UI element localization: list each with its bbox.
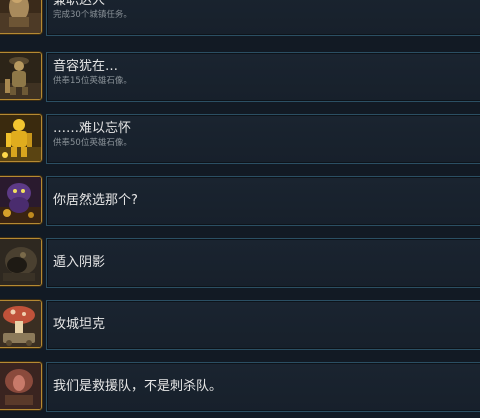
mushroom-tank-icon [0,300,42,348]
achievement-title: 我们是救援队，不是刺杀队。 [53,379,223,394]
shadow-beast-icon [0,238,42,286]
achievement-card: 攻城坦克 [46,300,480,350]
achievement-card: 你居然选那个? [46,176,480,226]
achievement-row[interactable]: 遁入阴影 [0,238,480,294]
achievement-card: 我们是救援队，不是刺杀队。 [46,362,480,412]
achievement-row[interactable]: 兼职达人 完成30个城镇任务。 [0,0,480,42]
achievement-card: 兼职达人 完成30个城镇任务。 [46,0,480,36]
achievement-title: ……难以忘怀 [53,121,132,136]
hero-statue-icon [0,52,42,100]
achievement-title: 兼职达人 [53,0,106,8]
achievement-row[interactable]: 攻城坦克 [0,300,480,356]
achievement-row[interactable]: 你居然选那个? [0,176,480,232]
achievement-title: 你居然选那个? [53,193,138,208]
achievement-card: 音容犹在… 供奉15位英雄石像。 [46,52,480,102]
achievement-card: 遁入阴影 [46,238,480,288]
purple-imp-icon [0,176,42,224]
achievement-description: 供奉15位英雄石像。 [53,76,132,86]
achievement-row[interactable]: 我们是救援队，不是刺杀队。 [0,362,480,418]
achievement-title: 音容犹在… [53,59,119,74]
achievement-description: 完成30个城镇任务。 [53,10,132,20]
achievement-title: 遁入阴影 [53,255,106,270]
worker-figure-icon [0,0,42,34]
achievement-card: ……难以忘怀 供奉50位英雄石像。 [46,114,480,164]
achievement-row[interactable]: 音容犹在… 供奉15位英雄石像。 [0,52,480,108]
achievement-title: 攻城坦克 [53,317,106,332]
achievement-description: 供奉50位英雄石像。 [53,138,132,148]
achievement-row[interactable]: ……难以忘怀 供奉50位英雄石像。 [0,114,480,170]
achievement-list: 兼职达人 完成30个城镇任务。 音容犹在… 供奉15位英雄石像。 ……难以忘怀 … [0,0,480,412]
golden-statue-icon [0,114,42,162]
rescue-squad-icon [0,362,42,410]
